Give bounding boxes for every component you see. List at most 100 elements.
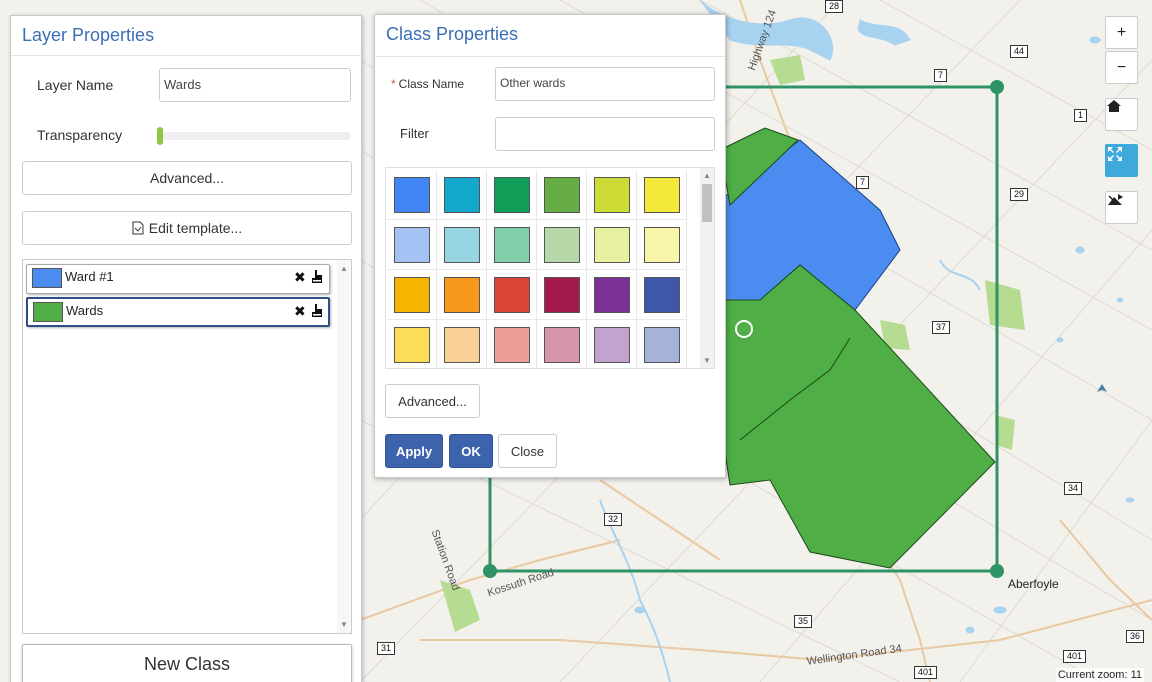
palette-swatch[interactable] xyxy=(393,176,430,213)
palette-cell[interactable] xyxy=(387,220,437,270)
road-shield: 35 xyxy=(794,615,813,628)
palette-swatch[interactable] xyxy=(643,326,680,363)
class-advanced-button[interactable]: Advanced... xyxy=(385,384,480,418)
road-shield: 32 xyxy=(604,513,623,526)
palette-cell[interactable] xyxy=(587,220,637,270)
edit-template-button[interactable]: Edit template... xyxy=(22,211,352,245)
road-shield: 7 xyxy=(934,69,948,82)
palette-swatch[interactable] xyxy=(593,276,630,313)
palette-cell[interactable] xyxy=(437,320,487,368)
palette-cell[interactable] xyxy=(387,320,437,368)
palette-swatch[interactable] xyxy=(493,176,530,213)
palette-swatch[interactable] xyxy=(593,226,630,263)
scroll-down-icon[interactable]: ▼ xyxy=(340,620,348,629)
palette-cell[interactable] xyxy=(487,320,537,368)
palette-cell[interactable] xyxy=(487,220,537,270)
palette-scrollbar[interactable]: ▲ ▼ xyxy=(700,168,714,368)
zoom-out-button[interactable]: − xyxy=(1105,51,1138,84)
palette-swatch[interactable] xyxy=(593,176,630,213)
minus-icon: − xyxy=(1116,58,1127,76)
palette-cell[interactable] xyxy=(437,170,487,220)
palette-swatch[interactable] xyxy=(443,176,480,213)
palette-cell[interactable] xyxy=(537,320,587,368)
palette-cell[interactable] xyxy=(387,270,437,320)
class-color-swatch[interactable] xyxy=(33,302,63,322)
palette-cell[interactable] xyxy=(537,220,587,270)
class-item-wards[interactable]: Wards ✖ xyxy=(26,297,330,327)
palette-swatch[interactable] xyxy=(493,226,530,263)
class-color-swatch[interactable] xyxy=(32,268,62,288)
scroll-thumb[interactable] xyxy=(702,184,712,222)
palette-swatch[interactable] xyxy=(593,326,630,363)
palette-cell[interactable] xyxy=(637,320,687,368)
palette-cell[interactable] xyxy=(637,270,687,320)
delete-icon[interactable]: ✖ xyxy=(294,303,306,320)
layer-name-input[interactable]: Wards xyxy=(159,68,351,102)
drag-handle-icon[interactable] xyxy=(310,269,324,285)
apply-button[interactable]: Apply xyxy=(385,434,443,468)
palette-cell[interactable] xyxy=(637,220,687,270)
road-shield: 7 xyxy=(856,176,870,189)
palette-swatch[interactable] xyxy=(543,176,580,213)
palette-swatch[interactable] xyxy=(643,276,680,313)
layer-advanced-button[interactable]: Advanced... xyxy=(22,161,352,195)
palette-swatch[interactable] xyxy=(493,276,530,313)
palette-swatch[interactable] xyxy=(393,276,430,313)
road-shield: 34 xyxy=(1064,482,1083,495)
class-item-name: Wards xyxy=(66,303,104,318)
new-class-button[interactable]: New Class xyxy=(22,644,352,682)
palette-grid xyxy=(387,170,687,368)
zoom-in-button[interactable]: + xyxy=(1105,16,1138,49)
palette-cell[interactable] xyxy=(487,270,537,320)
class-item-ward-1[interactable]: Ward #1 ✖ xyxy=(26,264,330,294)
road-shield: 401 xyxy=(1063,650,1087,663)
palette-cell[interactable] xyxy=(437,270,487,320)
class-properties-panel: Class Properties * Class Name Other wards… xyxy=(374,14,726,478)
palette-cell[interactable] xyxy=(487,170,537,220)
palette-cell[interactable] xyxy=(637,170,687,220)
class-name-label: Class Name xyxy=(398,77,465,91)
road-shield: 31 xyxy=(377,642,396,655)
palette-cell[interactable] xyxy=(537,270,587,320)
scroll-up-icon[interactable]: ▲ xyxy=(703,171,711,180)
palette-cell[interactable] xyxy=(587,170,637,220)
palette-swatch[interactable] xyxy=(443,226,480,263)
color-palette: ▲ ▼ xyxy=(385,167,715,369)
palette-swatch[interactable] xyxy=(543,226,580,263)
ok-button[interactable]: OK xyxy=(449,434,493,468)
filter-row: Filter xyxy=(375,117,725,151)
palette-swatch[interactable] xyxy=(393,326,430,363)
palette-swatch[interactable] xyxy=(443,276,480,313)
slider-handle[interactable] xyxy=(157,127,163,145)
plus-icon: + xyxy=(1116,23,1127,41)
filter-input[interactable] xyxy=(495,117,715,151)
palette-swatch[interactable] xyxy=(493,326,530,363)
road-shield: 29 xyxy=(1010,188,1029,201)
palette-swatch[interactable] xyxy=(643,226,680,263)
home-extent-button[interactable] xyxy=(1105,98,1138,131)
scroll-down-icon[interactable]: ▼ xyxy=(703,356,711,365)
palette-swatch[interactable] xyxy=(443,326,480,363)
drag-handle-icon[interactable] xyxy=(310,303,324,319)
palette-cell[interactable] xyxy=(587,270,637,320)
palette-swatch[interactable] xyxy=(643,176,680,213)
palette-swatch[interactable] xyxy=(393,226,430,263)
delete-icon[interactable]: ✖ xyxy=(294,269,306,286)
road-shield: 401 xyxy=(914,666,938,679)
layers-button[interactable] xyxy=(1105,191,1138,224)
palette-cell[interactable] xyxy=(587,320,637,368)
close-button[interactable]: Close xyxy=(498,434,557,468)
palette-swatch[interactable] xyxy=(543,276,580,313)
palette-cell[interactable] xyxy=(387,170,437,220)
zoom-readout: Current zoom: 11 xyxy=(1055,668,1144,682)
class-name-input[interactable]: Other wards xyxy=(495,67,715,101)
palette-cell[interactable] xyxy=(537,170,587,220)
transparency-row: Transparency xyxy=(22,118,351,152)
fullscreen-button[interactable] xyxy=(1105,144,1138,177)
palette-swatch[interactable] xyxy=(543,326,580,363)
transparency-slider[interactable] xyxy=(157,127,351,145)
class-list-scrollbar[interactable]: ▲ ▼ xyxy=(337,260,351,633)
palette-cell[interactable] xyxy=(437,220,487,270)
filter-label: Filter xyxy=(400,126,429,141)
scroll-up-icon[interactable]: ▲ xyxy=(340,264,348,273)
